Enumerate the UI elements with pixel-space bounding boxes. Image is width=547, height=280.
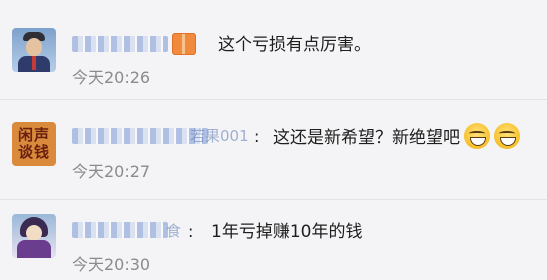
robe-shape	[17, 240, 51, 258]
username-tail[interactable]: 若果001	[190, 127, 249, 145]
face-shape	[26, 225, 42, 241]
comment-row: 这个亏损有点厉害。 今天20:26	[0, 0, 547, 100]
username-blurred[interactable]	[72, 222, 168, 238]
comment-text: 这个亏损有点厉害。	[218, 35, 371, 55]
laughing-crying-emoji	[464, 123, 490, 149]
comment-list: 这个亏损有点厉害。 今天20:26 闲声 谈钱 若果001 : 这还是新希望？新…	[0, 0, 547, 280]
comment-text: 这还是新希望？新绝望吧	[273, 123, 520, 149]
comment-row: 闲声 谈钱	[0, 100, 547, 200]
divider	[0, 199, 547, 200]
face-shape	[26, 38, 42, 56]
tie-shape	[32, 56, 36, 70]
laughing-crying-emoji	[494, 123, 520, 149]
username-colon: :	[254, 127, 260, 146]
username-tail[interactable]: 食	[166, 222, 181, 240]
user-avatar[interactable]: 闲声 谈钱	[12, 122, 56, 166]
gift-icon	[172, 33, 196, 55]
comment-text: 1年亏掉赚10年的钱	[211, 222, 363, 242]
comment-timestamp: 今天20:27	[72, 162, 151, 181]
username-blurred[interactable]	[72, 128, 208, 144]
comment-text-content: 这还是新希望？新绝望吧	[273, 128, 460, 148]
comment-timestamp: 今天20:26	[72, 68, 151, 87]
user-avatar[interactable]	[12, 28, 56, 72]
avatar-calligraphy: 闲声 谈钱	[17, 126, 50, 161]
user-avatar[interactable]	[12, 214, 56, 258]
username-blurred[interactable]	[72, 36, 168, 52]
comment-timestamp: 今天20:30	[72, 255, 151, 274]
username-colon: :	[188, 222, 194, 241]
